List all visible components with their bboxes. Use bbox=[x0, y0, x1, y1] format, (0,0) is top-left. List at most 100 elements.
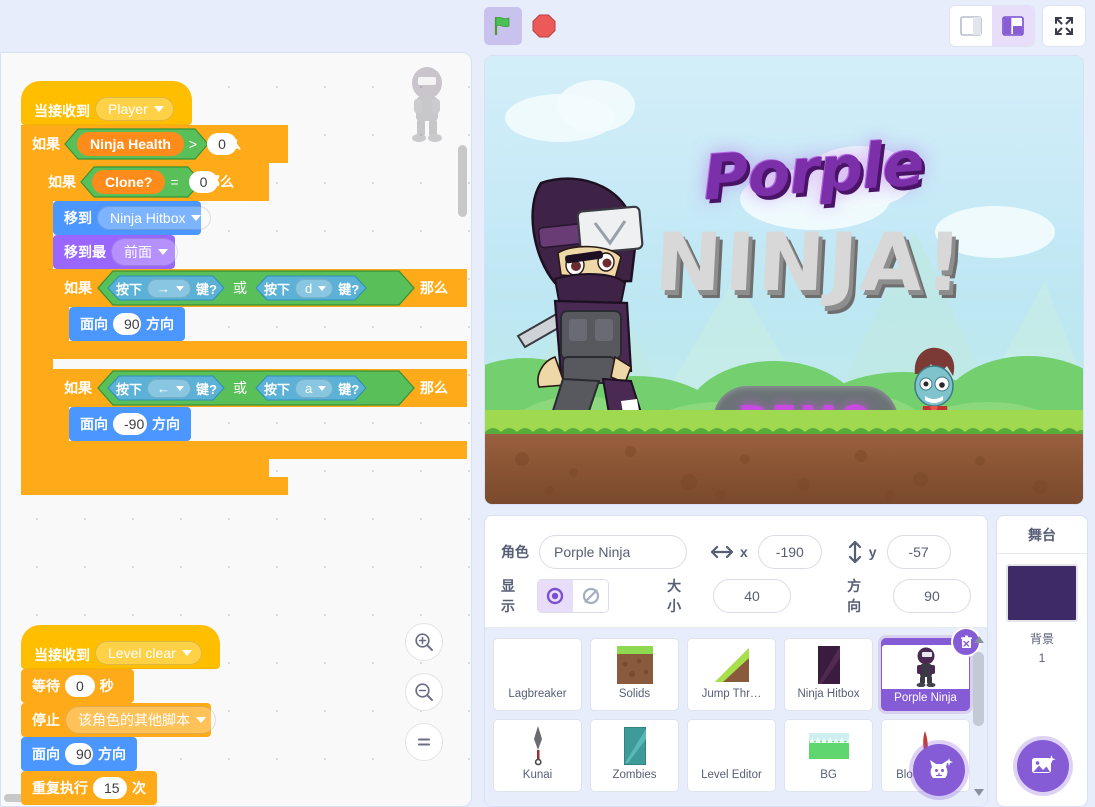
script-player[interactable]: 当接收到 Player 如果 Ninja Health > 0 那么 bbox=[21, 81, 467, 495]
block-goto-ninja-hitbox[interactable]: 移到 Ninja Hitbox bbox=[53, 201, 212, 235]
block-point-in-direction-90[interactable]: 面向 90 方向 bbox=[69, 307, 185, 341]
visibility-toggle bbox=[536, 579, 610, 613]
sprite-list[interactable]: Lagbreaker Solids Jump Thr… Ninja Hitbox… bbox=[485, 628, 987, 806]
size-input[interactable]: 40 bbox=[713, 579, 792, 613]
sprite-card-zombies[interactable]: Zombies bbox=[590, 719, 679, 792]
fullscreen-button[interactable] bbox=[1043, 6, 1085, 46]
variable-clone[interactable]: Clone? bbox=[92, 170, 166, 194]
sensing-key-pressed-left[interactable]: 按下 ← 键? bbox=[107, 375, 225, 401]
x-input[interactable]: -190 bbox=[757, 535, 822, 569]
y-input[interactable]: -57 bbox=[886, 535, 951, 569]
small-stage-button[interactable] bbox=[950, 6, 992, 46]
direction-value[interactable]: -90 bbox=[113, 413, 147, 435]
block-if-left-key[interactable]: 如果 按下 ← 键? 或 按下 a 键? 那么 bbox=[53, 369, 467, 407]
operator-equals[interactable]: Clone? = 0 bbox=[80, 166, 219, 198]
direction-value[interactable]: 90 bbox=[65, 743, 93, 765]
sprite-list-scrollbar[interactable] bbox=[973, 636, 984, 796]
variable-ninja-health[interactable]: Ninja Health bbox=[77, 132, 184, 156]
block-label-post: 秒 bbox=[99, 678, 114, 694]
direction-value[interactable]: 90 bbox=[113, 313, 141, 335]
sensing-key-pressed-d[interactable]: 按下 d 键? bbox=[255, 275, 367, 301]
stage-preview[interactable]: Porple NINJA! DEMO bbox=[484, 55, 1084, 505]
sprite-card-ninja-hitbox[interactable]: Ninja Hitbox bbox=[784, 638, 873, 711]
dropdown-value: d bbox=[305, 280, 313, 296]
block-repeat-times[interactable]: 重复执行 15 次 bbox=[21, 771, 157, 805]
dropdown-value: → bbox=[157, 280, 171, 296]
block-label: 当接收到 bbox=[34, 647, 90, 663]
block-if-ninja-health[interactable]: 如果 Ninja Health > 0 那么 bbox=[21, 125, 288, 163]
block-wait-seconds[interactable]: 等待 0 秒 bbox=[21, 669, 134, 703]
c-block-foot bbox=[21, 477, 288, 495]
message-dropdown[interactable]: Player bbox=[95, 97, 174, 121]
stop-button[interactable] bbox=[529, 11, 559, 41]
dropdown-value: 该角色的其他脚本 bbox=[78, 712, 190, 728]
sprite-name-input[interactable]: Porple Ninja bbox=[539, 535, 687, 569]
sprite-card-porple-ninja[interactable]: Porple Ninja bbox=[881, 629, 979, 711]
dropdown-value: a bbox=[305, 380, 313, 396]
dropdown-value: Player bbox=[108, 101, 148, 117]
c-block-arm bbox=[37, 201, 53, 459]
scroll-down-arrow-icon[interactable] bbox=[974, 789, 984, 796]
direction-input[interactable]: 90 bbox=[892, 579, 971, 613]
block-if-right-key[interactable]: 如果 按下 → 键? 或 按下 d 键? 那么 bbox=[53, 269, 467, 307]
sprite-card-kunai[interactable]: Kunai bbox=[493, 719, 582, 792]
scroll-up-arrow-icon[interactable] bbox=[974, 636, 984, 643]
sprite-card-level-editor[interactable]: Level Editor bbox=[687, 719, 776, 792]
block-point-in-direction-90-b[interactable]: 面向 90 方向 bbox=[21, 737, 137, 771]
sprite-card-lagbreaker[interactable]: Lagbreaker bbox=[493, 638, 582, 711]
key-dropdown[interactable]: d bbox=[295, 278, 334, 298]
dropdown-value: ← bbox=[157, 380, 171, 396]
target-dropdown[interactable]: Ninja Hitbox bbox=[97, 206, 212, 230]
zoom-reset-button[interactable] bbox=[405, 723, 443, 761]
block-if-clone[interactable]: 如果 Clone? = 0 那么 bbox=[37, 163, 269, 201]
repeat-value[interactable]: 15 bbox=[93, 777, 127, 799]
sprite-card-solids[interactable]: Solids bbox=[590, 638, 679, 711]
sensing-key-pressed-a[interactable]: 按下 a 键? bbox=[255, 375, 367, 401]
wait-value[interactable]: 0 bbox=[65, 675, 95, 697]
trash-icon bbox=[960, 635, 972, 648]
operand-value[interactable]: 0 bbox=[188, 171, 219, 193]
hide-sprite-button[interactable] bbox=[573, 580, 609, 612]
sprite-card-jump-through[interactable]: Jump Thr… bbox=[687, 638, 776, 711]
block-goto-front-layer[interactable]: 移到最 前面 bbox=[53, 235, 178, 269]
scrollbar-thumb[interactable] bbox=[973, 652, 984, 726]
block-label-pre: 停止 bbox=[32, 712, 60, 728]
message-dropdown[interactable]: Level clear bbox=[95, 641, 202, 665]
key-dropdown[interactable]: ← bbox=[147, 378, 192, 398]
add-sprite-button[interactable] bbox=[913, 744, 965, 796]
sprite-thumbnail bbox=[516, 645, 560, 685]
operator-or-right[interactable]: 按下 → 键? 或 按下 d 键? bbox=[97, 270, 415, 306]
backdrop-card[interactable]: 背景 1 bbox=[1006, 564, 1078, 667]
cat-add-icon bbox=[930, 758, 953, 778]
block-label: 移到最 bbox=[64, 244, 106, 260]
layer-dropdown[interactable]: 前面 bbox=[111, 238, 178, 266]
eye-slash-icon bbox=[582, 587, 599, 605]
key-dropdown[interactable]: a bbox=[295, 378, 334, 398]
sensing-key-pressed-right[interactable]: 按下 → 键? bbox=[107, 275, 225, 301]
stop-target-dropdown[interactable]: 该角色的其他脚本 bbox=[65, 706, 216, 734]
sprite-card-label: Ninja Hitbox bbox=[797, 688, 860, 700]
show-sprite-button[interactable] bbox=[537, 580, 573, 612]
zoom-out-button[interactable] bbox=[405, 673, 443, 711]
operand-value[interactable]: 0 bbox=[207, 133, 237, 155]
block-stop-other-scripts[interactable]: 停止 该角色的其他脚本 bbox=[21, 703, 216, 737]
block-when-i-receive-player[interactable]: 当接收到 Player bbox=[21, 81, 192, 125]
large-stage-button[interactable] bbox=[992, 6, 1034, 46]
operator-or-left[interactable]: 按下 ← 键? 或 按下 a 键? bbox=[97, 370, 415, 406]
block-when-i-receive-level-clear[interactable]: 当接收到 Level clear bbox=[21, 625, 220, 669]
sprite-card-bg[interactable]: BG bbox=[784, 719, 873, 792]
green-flag-button[interactable] bbox=[484, 7, 522, 45]
dropdown-value: Ninja Hitbox bbox=[110, 210, 186, 226]
jump-through-icon bbox=[714, 648, 749, 682]
sprite-card-label: Lagbreaker bbox=[508, 688, 567, 700]
sensing-pre: 按下 bbox=[264, 281, 291, 297]
zoom-in-button[interactable] bbox=[405, 623, 443, 661]
add-backdrop-button[interactable] bbox=[1017, 740, 1069, 792]
operator-greater-than[interactable]: Ninja Health > 0 bbox=[64, 128, 237, 160]
block-point-in-direction-minus90[interactable]: 面向 -90 方向 bbox=[69, 407, 191, 441]
script-level-clear[interactable]: 当接收到 Level clear 等待 0 秒 停止 该角色的其他脚本 面向 9… bbox=[21, 625, 220, 805]
key-dropdown[interactable]: → bbox=[147, 278, 192, 298]
code-workspace[interactable]: 当接收到 Player 如果 Ninja Health > 0 那么 bbox=[0, 52, 472, 807]
sprite-card-label: Solids bbox=[618, 688, 651, 700]
ninja-hitbox-icon bbox=[817, 646, 840, 684]
